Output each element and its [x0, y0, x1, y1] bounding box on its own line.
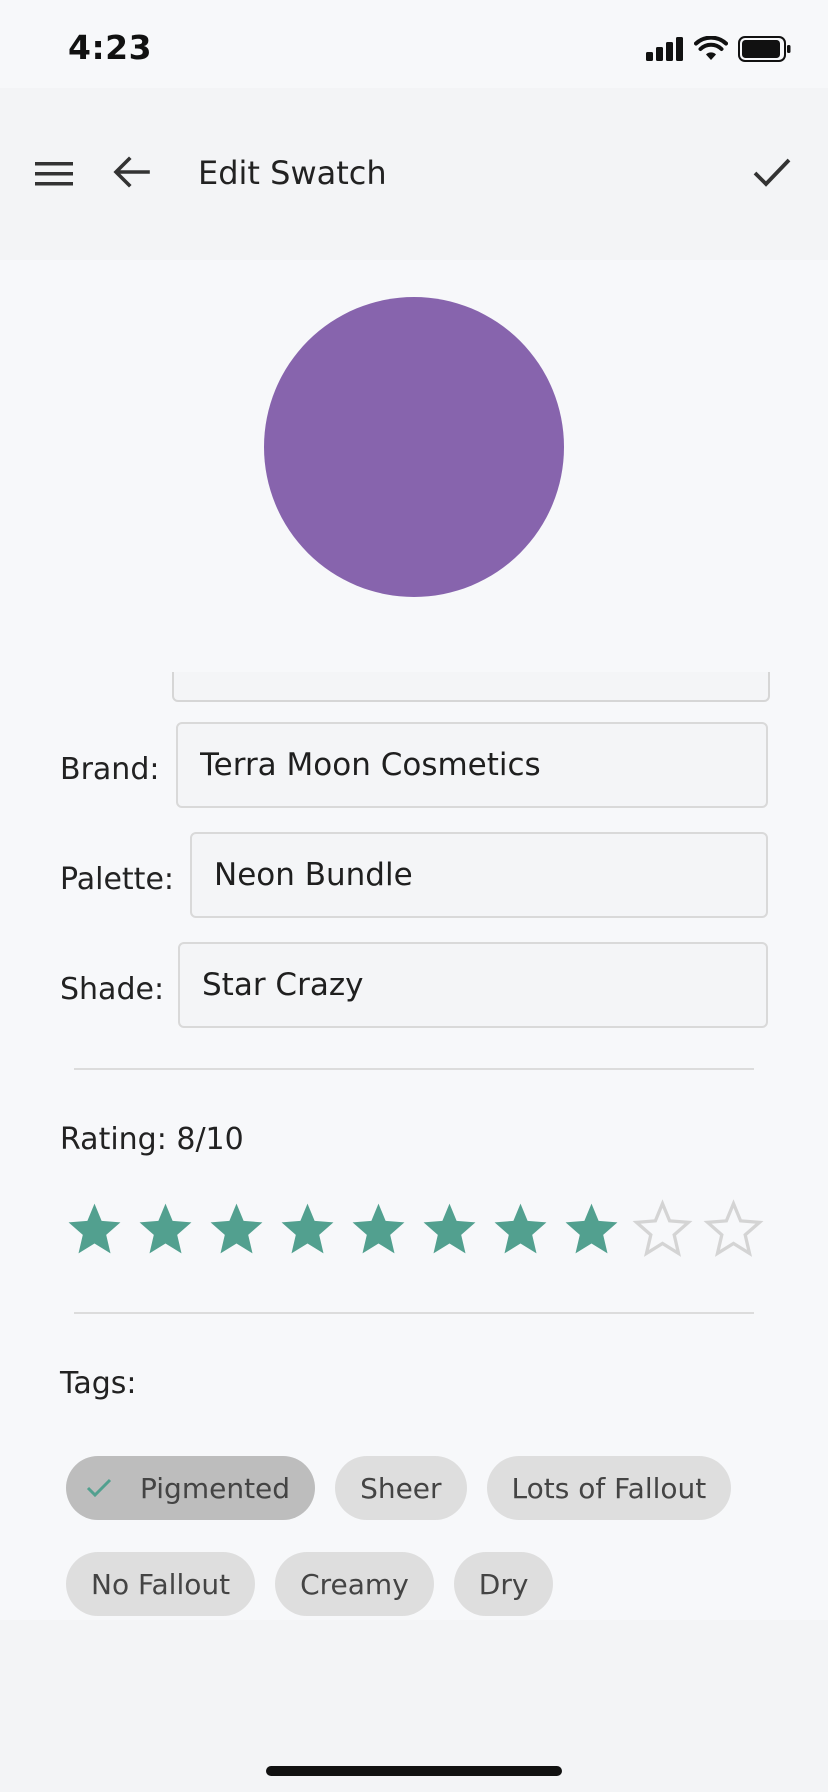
- home-indicator: [266, 1766, 562, 1776]
- shade-input[interactable]: [178, 942, 768, 1028]
- star-icon[interactable]: [419, 1198, 480, 1262]
- brand-label: Brand:: [60, 752, 160, 787]
- shade-label: Shade:: [60, 972, 165, 1007]
- brand-input[interactable]: [176, 722, 768, 808]
- rating-label: Rating: 8/10: [60, 1122, 244, 1157]
- brand-field-row: Brand:: [60, 722, 768, 812]
- star-icon[interactable]: [206, 1198, 267, 1262]
- tag-chip-label: No Fallout: [91, 1567, 231, 1601]
- battery-icon: [738, 36, 791, 62]
- star-icon[interactable]: [135, 1198, 196, 1262]
- tag-chip-label: Creamy: [300, 1567, 409, 1601]
- star-icon[interactable]: [561, 1198, 622, 1262]
- checkmark-icon[interactable]: [748, 148, 796, 196]
- page-title: Edit Swatch: [198, 154, 387, 192]
- star-icon[interactable]: [64, 1198, 125, 1262]
- star-icon[interactable]: [348, 1198, 409, 1262]
- tag-chip[interactable]: Lots of Fallout: [486, 1456, 732, 1520]
- star-icon[interactable]: [277, 1198, 338, 1262]
- tag-chip[interactable]: Sheer: [335, 1456, 467, 1520]
- tag-chip[interactable]: No Fallout: [66, 1552, 256, 1616]
- tag-chip-group: Pigmented Sheer Lots of Fallout No Fallout C…: [66, 1456, 766, 1616]
- app-bar: Edit Swatch: [0, 88, 828, 260]
- palette-field-row: Palette:: [60, 832, 768, 922]
- cellular-signal-icon: [646, 37, 683, 61]
- star-rating: [64, 1198, 774, 1262]
- palette-label: Palette:: [60, 862, 175, 897]
- status-bar: 4:23: [0, 0, 828, 88]
- swatch-color-preview[interactable]: [264, 297, 564, 597]
- tag-chip[interactable]: Creamy: [275, 1552, 434, 1616]
- status-icons: [646, 36, 792, 62]
- tag-chip-label: Dry: [478, 1567, 529, 1601]
- star-icon[interactable]: [632, 1198, 693, 1262]
- star-icon[interactable]: [703, 1198, 764, 1262]
- divider: [74, 1312, 754, 1314]
- shade-field-row: Shade:: [60, 942, 768, 1032]
- tag-chip-label: Lots of Fallout: [511, 1471, 707, 1505]
- wifi-icon: [694, 36, 728, 60]
- tag-chip-label: Sheer: [360, 1471, 442, 1505]
- status-time: 4:23: [68, 28, 153, 67]
- tags-label: Tags:: [60, 1366, 137, 1401]
- arrow-left-icon[interactable]: [110, 150, 154, 194]
- tag-chip[interactable]: Dry: [453, 1552, 554, 1616]
- checkmark-icon: [86, 1478, 112, 1498]
- menu-icon[interactable]: [32, 152, 76, 196]
- tag-chip[interactable]: Pigmented: [66, 1456, 316, 1520]
- tag-chip-label: Pigmented: [140, 1471, 291, 1505]
- palette-input[interactable]: [190, 832, 768, 918]
- star-icon[interactable]: [490, 1198, 551, 1262]
- clipped-input-field[interactable]: [172, 672, 770, 702]
- divider: [74, 1068, 754, 1070]
